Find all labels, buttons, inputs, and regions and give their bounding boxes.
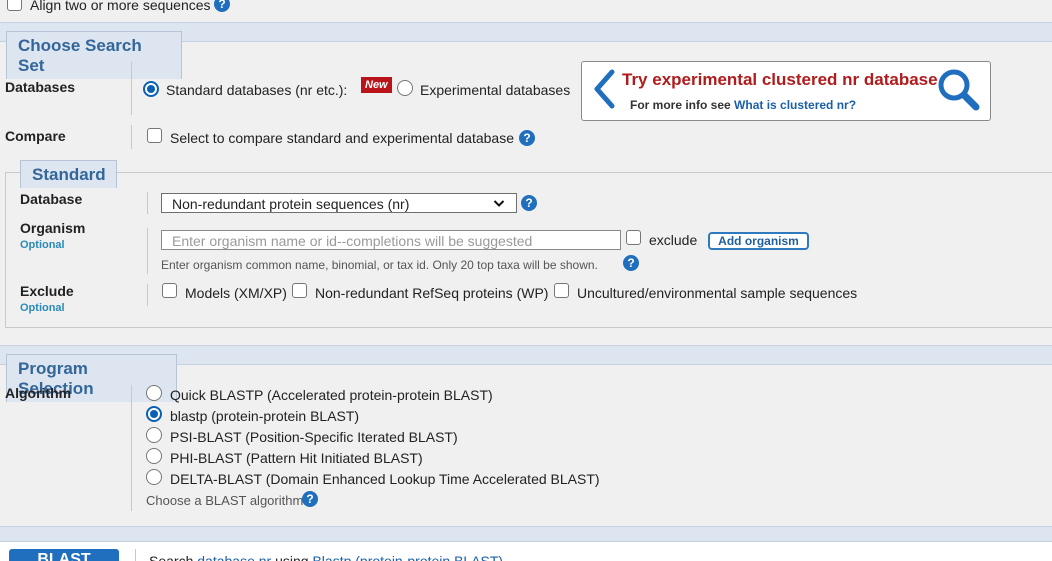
help-icon[interactable]: ? bbox=[521, 195, 537, 211]
compare-label: Compare bbox=[5, 128, 66, 144]
exclude-uncultured-label: Uncultured/environmental sample sequence… bbox=[577, 285, 858, 301]
help-icon[interactable]: ? bbox=[519, 130, 535, 146]
compare-checkbox-label: Select to compare standard and experimen… bbox=[170, 130, 514, 146]
exclude-refseq-label: Non-redundant RefSeq proteins (WP) bbox=[315, 285, 549, 301]
algorithm-label-blastp: blastp (protein-protein BLAST) bbox=[170, 408, 360, 424]
database-select-value: Non-redundant protein sequences (nr) bbox=[172, 196, 410, 212]
exclude-optional: Optional bbox=[20, 302, 65, 314]
blast-button[interactable]: BLAST bbox=[9, 549, 119, 561]
help-icon[interactable]: ? bbox=[623, 255, 639, 271]
search-db-link[interactable]: database nr bbox=[197, 553, 271, 561]
exclude-label: Exclude bbox=[20, 283, 74, 299]
help-icon[interactable]: ? bbox=[302, 491, 318, 507]
divider bbox=[131, 385, 132, 511]
algorithm-label-quick-blastp: Quick BLASTP (Accelerated protein-protei… bbox=[170, 387, 493, 403]
exclude-uncultured-checkbox[interactable] bbox=[554, 283, 569, 298]
algorithm-label: Algorithm bbox=[5, 385, 72, 401]
chevron-left-icon[interactable] bbox=[592, 69, 616, 109]
organism-hint: Enter organism common name, binomial, or… bbox=[161, 258, 598, 272]
choose-algorithm-hint: Choose a BLAST algorithm bbox=[146, 493, 304, 508]
algorithm-radio-psi-blast[interactable] bbox=[146, 427, 162, 443]
standard-legend: Standard bbox=[20, 160, 117, 188]
what-is-clustered-nr-link[interactable]: What is clustered nr? bbox=[734, 98, 856, 112]
organism-exclude-label: exclude bbox=[649, 232, 698, 248]
promo-more-text: For more info see bbox=[630, 98, 731, 112]
algorithm-radio-phi-blast[interactable] bbox=[146, 448, 162, 464]
exclude-models-checkbox[interactable] bbox=[162, 283, 177, 298]
divider bbox=[131, 62, 132, 115]
database-select[interactable]: Non-redundant protein sequences (nr) bbox=[161, 193, 517, 213]
organism-exclude-checkbox[interactable] bbox=[626, 230, 641, 245]
align-sequences-label: Align two or more sequences bbox=[30, 0, 211, 13]
standard-databases-label: Standard databases (nr etc.): bbox=[166, 82, 348, 98]
section-band-footer bbox=[0, 526, 1052, 542]
search-summary: Search database nr using Blastp (protein… bbox=[149, 553, 503, 561]
chevron-down-icon bbox=[493, 200, 505, 207]
promo-title[interactable]: Try experimental clustered nr database bbox=[622, 70, 938, 90]
help-icon[interactable]: ? bbox=[214, 0, 230, 12]
experimental-databases-radio[interactable] bbox=[397, 80, 413, 96]
algorithm-label-psi-blast: PSI-BLAST (Position-Specific Iterated BL… bbox=[170, 429, 458, 445]
search-icon[interactable] bbox=[936, 67, 982, 113]
exclude-refseq-checkbox[interactable] bbox=[292, 283, 307, 298]
algorithm-label-phi-blast: PHI-BLAST (Pattern Hit Initiated BLAST) bbox=[170, 450, 423, 466]
new-badge: New bbox=[361, 77, 392, 93]
algorithm-radio-blastp[interactable] bbox=[146, 406, 162, 422]
promo-more-info: For more info see What is clustered nr? bbox=[630, 98, 856, 112]
add-organism-button[interactable]: Add organism bbox=[708, 232, 809, 250]
clustered-nr-promo[interactable]: Try experimental clustered nr database F… bbox=[581, 61, 991, 121]
algorithm-radio-quick-blastp[interactable] bbox=[146, 385, 162, 401]
algorithm-label-delta-blast: DELTA-BLAST (Domain Enhanced Lookup Time… bbox=[170, 471, 600, 487]
compare-checkbox[interactable] bbox=[147, 128, 162, 143]
organism-input[interactable]: Enter organism name or id--completions w… bbox=[161, 230, 621, 250]
divider bbox=[147, 192, 148, 214]
organism-input-placeholder: Enter organism name or id--completions w… bbox=[172, 233, 533, 249]
divider bbox=[147, 228, 148, 274]
experimental-databases-label: Experimental databases bbox=[420, 82, 571, 98]
divider bbox=[131, 125, 132, 149]
divider bbox=[147, 284, 148, 306]
align-sequences-checkbox[interactable] bbox=[7, 0, 22, 11]
organism-label: Organism bbox=[20, 220, 86, 236]
database-label: Database bbox=[20, 191, 83, 207]
exclude-models-label: Models (XM/XP) bbox=[185, 285, 287, 301]
algorithm-radio-delta-blast[interactable] bbox=[146, 469, 162, 485]
divider bbox=[135, 549, 136, 561]
search-program-link[interactable]: Blastp (protein-protein BLAST) bbox=[312, 553, 503, 561]
search-set-legend: Choose Search Set bbox=[6, 31, 182, 79]
databases-label: Databases bbox=[5, 79, 76, 95]
organism-optional: Optional bbox=[20, 239, 65, 251]
search-summary-using: using bbox=[275, 553, 309, 561]
standard-databases-radio[interactable] bbox=[143, 81, 159, 97]
search-summary-prefix: Search bbox=[149, 553, 194, 561]
